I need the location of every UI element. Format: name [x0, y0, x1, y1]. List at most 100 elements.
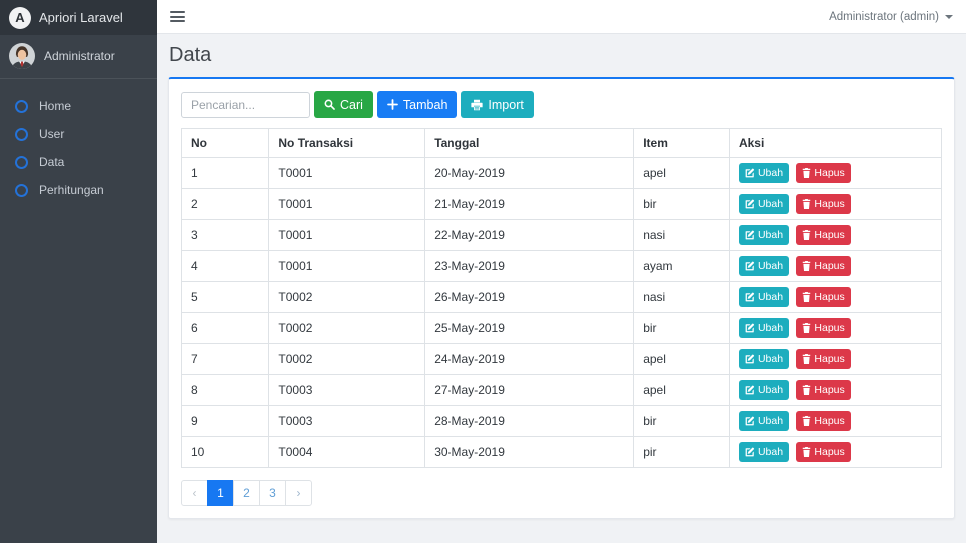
cell-no-transaksi: T0001: [268, 250, 426, 282]
hapus-button[interactable]: Hapus: [796, 380, 851, 400]
hapus-button[interactable]: Hapus: [796, 318, 851, 338]
brand-title: Apriori Laravel: [39, 10, 123, 25]
printer-icon: [471, 99, 484, 110]
app-window: A Apriori Laravel Administrator Home Use…: [0, 0, 966, 543]
column-header: Item: [633, 128, 730, 158]
trash-icon: [803, 354, 811, 364]
ubah-button[interactable]: Ubah: [738, 256, 790, 276]
tambah-button[interactable]: Tambah: [376, 91, 458, 118]
sidebar-item-user[interactable]: User: [0, 120, 157, 148]
edit-icon: [745, 199, 755, 209]
hapus-button[interactable]: Hapus: [796, 163, 851, 183]
pagination-prev[interactable]: ‹: [181, 480, 208, 506]
cell-item: bir: [633, 405, 730, 437]
sidebar-item-data[interactable]: Data: [0, 148, 157, 176]
main-area: Administrator (admin) Data Cari: [157, 0, 966, 543]
hapus-button[interactable]: Hapus: [796, 349, 851, 369]
ubah-button[interactable]: Ubah: [738, 380, 790, 400]
hapus-button[interactable]: Hapus: [796, 442, 851, 462]
user-panel: Administrator: [0, 35, 157, 79]
search-icon: [324, 99, 335, 110]
ubah-button-label: Ubah: [757, 167, 784, 179]
search-input[interactable]: [181, 91, 310, 118]
pagination-page-2[interactable]: 2: [233, 480, 260, 506]
edit-icon: [745, 230, 755, 240]
trash-icon: [803, 230, 811, 240]
cell-tanggal: 26-May-2019: [424, 281, 635, 313]
data-card: Cari Tambah: [168, 77, 955, 519]
cell-tanggal: 28-May-2019: [424, 405, 635, 437]
page-title: Data: [169, 44, 212, 66]
pagination-page-1[interactable]: 1: [207, 480, 234, 506]
pagination-page-3[interactable]: 3: [259, 480, 286, 506]
cell-item: pir: [633, 436, 730, 468]
hapus-button-label: Hapus: [814, 384, 845, 396]
brand: A Apriori Laravel: [0, 0, 157, 35]
column-header: No: [180, 128, 270, 158]
cell-aksi: Ubah Hapus: [728, 343, 943, 375]
cell-tanggal: 27-May-2019: [424, 374, 635, 406]
edit-icon: [745, 323, 755, 333]
cell-no-transaksi: T0002: [268, 312, 426, 344]
ubah-button-label: Ubah: [757, 322, 784, 334]
ubah-button[interactable]: Ubah: [738, 225, 790, 245]
import-button[interactable]: Import: [461, 91, 534, 118]
cell-no-transaksi: T0004: [268, 436, 426, 468]
ubah-button[interactable]: Ubah: [738, 163, 790, 183]
table-row: 7 T0002 24-May-2019 apel Ubah Hapus: [180, 343, 943, 375]
ubah-button-label: Ubah: [757, 353, 784, 365]
content: Data Cari Tambah: [157, 34, 966, 543]
hapus-button[interactable]: Hapus: [796, 225, 851, 245]
hapus-button[interactable]: Hapus: [796, 411, 851, 431]
ubah-button[interactable]: Ubah: [738, 318, 790, 338]
cell-no-transaksi: T0001: [268, 219, 426, 251]
table-row: 1 T0001 20-May-2019 apel Ubah Hapus: [180, 157, 943, 189]
ubah-button-label: Ubah: [757, 415, 784, 427]
cell-item: apel: [633, 343, 730, 375]
ubah-button[interactable]: Ubah: [738, 287, 790, 307]
table-row: 4 T0001 23-May-2019 ayam Ubah Hapus: [180, 250, 943, 282]
circle-icon: [15, 127, 28, 141]
trash-icon: [803, 416, 811, 426]
tambah-button-label: Tambah: [402, 97, 448, 112]
column-header: Aksi: [728, 128, 943, 158]
table-header-row: No No Transaksi Tanggal Item Aksi: [180, 128, 943, 158]
cell-no: 2: [180, 188, 270, 220]
hapus-button[interactable]: Hapus: [796, 256, 851, 276]
cell-aksi: Ubah Hapus: [728, 219, 943, 251]
trash-icon: [803, 323, 811, 333]
ubah-button-label: Ubah: [757, 291, 784, 303]
cell-item: nasi: [633, 281, 730, 313]
user-dropdown[interactable]: Administrator (admin): [829, 11, 953, 23]
pagination: ‹ 1 2 3 ›: [181, 480, 312, 506]
cell-no-transaksi: T0001: [268, 188, 426, 220]
column-header: No Transaksi: [268, 128, 426, 158]
ubah-button[interactable]: Ubah: [738, 194, 790, 214]
hapus-button-label: Hapus: [814, 229, 845, 241]
sidebar-toggle-icon[interactable]: [170, 7, 185, 26]
cell-no-transaksi: T0002: [268, 281, 426, 313]
cari-button[interactable]: Cari: [314, 91, 373, 118]
edit-icon: [745, 354, 755, 364]
column-header: Tanggal: [424, 128, 635, 158]
cell-no: 6: [180, 312, 270, 344]
cell-tanggal: 20-May-2019: [424, 157, 635, 189]
ubah-button[interactable]: Ubah: [738, 442, 790, 462]
cari-button-label: Cari: [340, 97, 363, 112]
cell-aksi: Ubah Hapus: [728, 312, 943, 344]
cell-item: bir: [633, 188, 730, 220]
circle-icon: [15, 183, 28, 197]
edit-icon: [745, 447, 755, 457]
table-row: 6 T0002 25-May-2019 bir Ubah Hapus: [180, 312, 943, 344]
pagination-next[interactable]: ›: [285, 480, 312, 506]
cell-no: 3: [180, 219, 270, 251]
plus-icon: [387, 99, 398, 110]
hapus-button[interactable]: Hapus: [796, 194, 851, 214]
ubah-button[interactable]: Ubah: [738, 411, 790, 431]
hapus-button[interactable]: Hapus: [796, 287, 851, 307]
ubah-button[interactable]: Ubah: [738, 349, 790, 369]
cell-aksi: Ubah Hapus: [728, 436, 943, 468]
cell-item: apel: [633, 157, 730, 189]
sidebar-item-perhitungan[interactable]: Perhitungan: [0, 176, 157, 204]
sidebar-item-home[interactable]: Home: [0, 92, 157, 120]
